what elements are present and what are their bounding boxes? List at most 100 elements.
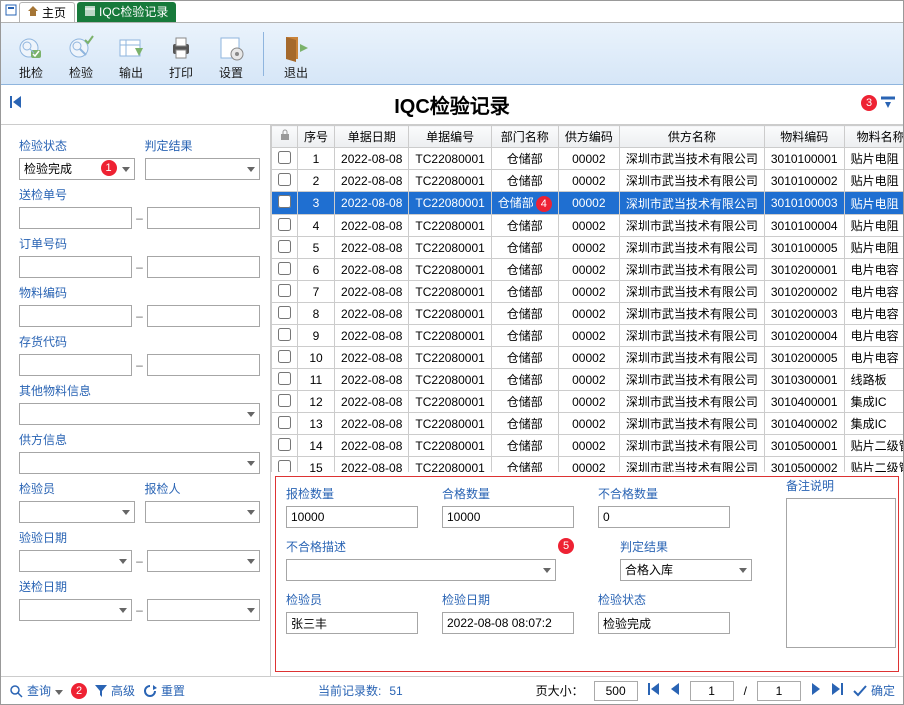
verdict-label: 判定结果 [145, 137, 261, 154]
export-icon [117, 34, 145, 62]
toolbar-settings-button[interactable]: 设置 [209, 27, 253, 81]
table-row[interactable]: 112022-08-08TC22080001仓储部00002深圳市武当技术有限公… [272, 369, 904, 391]
row-checkbox[interactable] [278, 372, 291, 385]
row-checkbox[interactable] [278, 460, 291, 473]
table-row[interactable]: 102022-08-08TC22080001仓储部00002深圳市武当技术有限公… [272, 347, 904, 369]
table-row[interactable]: 62022-08-08TC22080001仓储部00002深圳市武当技术有限公司… [272, 259, 904, 281]
row-checkbox[interactable] [278, 173, 291, 186]
toolbar-inspect-button[interactable]: 检验 [59, 27, 103, 81]
detail-status-input[interactable] [598, 612, 730, 634]
filter-toggle-icon[interactable] [881, 96, 895, 111]
tab-iqc-label: IQC检验记录 [99, 3, 168, 20]
toolbar-label: 打印 [169, 64, 193, 81]
next-page-button[interactable] [811, 683, 821, 698]
table-row[interactable]: 152022-08-08TC22080001仓储部00002深圳市武当技术有限公… [272, 457, 904, 473]
toolbar-exit-button[interactable]: 退出 [274, 27, 318, 81]
send-date-label: 送检日期 [19, 578, 260, 595]
table-row[interactable]: 132022-08-08TC22080001仓储部00002深圳市武当技术有限公… [272, 413, 904, 435]
fail-qty-input[interactable] [598, 506, 730, 528]
send-date-from[interactable] [19, 599, 132, 621]
row-checkbox[interactable] [278, 328, 291, 341]
fail-desc-select[interactable] [286, 559, 556, 581]
row-checkbox[interactable] [278, 195, 291, 208]
pass-qty-input[interactable] [442, 506, 574, 528]
grid-header-cell[interactable]: 供方名称 [619, 126, 764, 148]
detail-inspector-input[interactable] [286, 612, 418, 634]
detail-inspector-label: 检验员 [286, 591, 418, 608]
material-code-from[interactable] [19, 305, 132, 327]
last-page-button[interactable] [831, 683, 843, 698]
current-page-input[interactable] [690, 681, 734, 701]
row-checkbox[interactable] [278, 151, 291, 164]
first-page-icon[interactable] [9, 95, 23, 112]
grid-header-cell[interactable]: 序号 [298, 126, 335, 148]
toolbar-print-button[interactable]: 打印 [159, 27, 203, 81]
material-code-to[interactable] [147, 305, 260, 327]
first-page-button[interactable] [648, 683, 660, 698]
grid-scroll[interactable]: 序号单据日期单据编号部门名称供方编码供方名称物料编码物料名称 12022-08-… [271, 125, 903, 472]
verify-date-from[interactable] [19, 550, 132, 572]
grid-header-cell[interactable]: 部门名称 [491, 126, 558, 148]
prev-page-button[interactable] [670, 683, 680, 698]
reporter-select[interactable] [145, 501, 261, 523]
order-no-to[interactable] [147, 256, 260, 278]
row-checkbox[interactable] [278, 284, 291, 297]
send-date-to[interactable] [147, 599, 260, 621]
grid-header-cell[interactable]: 单据编号 [409, 126, 491, 148]
report-qty-input[interactable] [286, 506, 418, 528]
grid-header-cell[interactable] [272, 126, 298, 148]
grid-header-cell[interactable]: 供方编码 [558, 126, 619, 148]
reporter-label: 报检人 [145, 480, 261, 497]
grid-header-cell[interactable]: 单据日期 [335, 126, 409, 148]
inspect-status-select[interactable]: 检验完成 [19, 158, 135, 180]
table-row[interactable]: 122022-08-08TC22080001仓储部00002深圳市武当技术有限公… [272, 391, 904, 413]
page-title: IQC检验记录 [394, 90, 510, 119]
page-size-input[interactable] [594, 681, 638, 701]
supplier-select[interactable] [19, 452, 260, 474]
advanced-button[interactable]: 高级 [95, 682, 135, 699]
table-row[interactable]: 22022-08-08TC22080001仓储部00002深圳市武当技术有限公司… [272, 170, 904, 192]
detail-verdict-select[interactable]: 合格入库 [620, 559, 752, 581]
row-checkbox[interactable] [278, 218, 291, 231]
fail-desc-label: 不合格描述 [286, 538, 556, 555]
table-row[interactable]: 142022-08-08TC22080001仓储部00002深圳市武当技术有限公… [272, 435, 904, 457]
inventory-code-from[interactable] [19, 354, 132, 376]
inspect-date-input[interactable] [442, 612, 574, 634]
send-no-to[interactable] [147, 207, 260, 229]
inspector-select[interactable] [19, 501, 135, 523]
tab-iqc-record[interactable]: IQC检验记录 [77, 2, 176, 22]
tab-bar: 主页 IQC检验记录 [1, 1, 903, 23]
row-checkbox[interactable] [278, 438, 291, 451]
footer-bar: 查询 2 高级 重置 当前记录数:51 页大小： / 确定 [1, 676, 903, 704]
row-checkbox[interactable] [278, 394, 291, 407]
row-checkbox[interactable] [278, 240, 291, 253]
grid-header-cell[interactable]: 物料名称 [844, 126, 903, 148]
table-row[interactable]: 52022-08-08TC22080001仓储部00002深圳市武当技术有限公司… [272, 237, 904, 259]
order-no-from[interactable] [19, 256, 132, 278]
row-checkbox[interactable] [278, 262, 291, 275]
table-row[interactable]: 92022-08-08TC22080001仓储部00002深圳市武当技术有限公司… [272, 325, 904, 347]
send-no-from[interactable] [19, 207, 132, 229]
row-checkbox[interactable] [278, 350, 291, 363]
grid-header-cell[interactable]: 物料编码 [764, 126, 844, 148]
toolbar-batch-button[interactable]: 批检 [9, 27, 53, 81]
query-button[interactable]: 查询 [9, 682, 63, 699]
row-checkbox[interactable] [278, 306, 291, 319]
verify-date-to[interactable] [147, 550, 260, 572]
table-row[interactable]: 72022-08-08TC22080001仓储部00002深圳市武当技术有限公司… [272, 281, 904, 303]
table-row[interactable]: 42022-08-08TC22080001仓储部00002深圳市武当技术有限公司… [272, 215, 904, 237]
other-material-select[interactable] [19, 403, 260, 425]
inspect-icon [67, 34, 95, 62]
detail-status-label: 检验状态 [598, 591, 730, 608]
page-size-label: 页大小： [536, 682, 584, 699]
table-row[interactable]: 32022-08-08TC22080001仓储部400002深圳市武当技术有限公… [272, 192, 904, 215]
toolbar-export-button[interactable]: 输出 [109, 27, 153, 81]
row-checkbox[interactable] [278, 416, 291, 429]
confirm-button[interactable]: 确定 [853, 682, 895, 699]
inventory-code-to[interactable] [147, 354, 260, 376]
reset-button[interactable]: 重置 [143, 682, 185, 699]
verdict-select[interactable] [145, 158, 261, 180]
table-row[interactable]: 82022-08-08TC22080001仓储部00002深圳市武当技术有限公司… [272, 303, 904, 325]
tab-home[interactable]: 主页 [19, 2, 75, 22]
table-row[interactable]: 12022-08-08TC22080001仓储部00002深圳市武当技术有限公司… [272, 148, 904, 170]
